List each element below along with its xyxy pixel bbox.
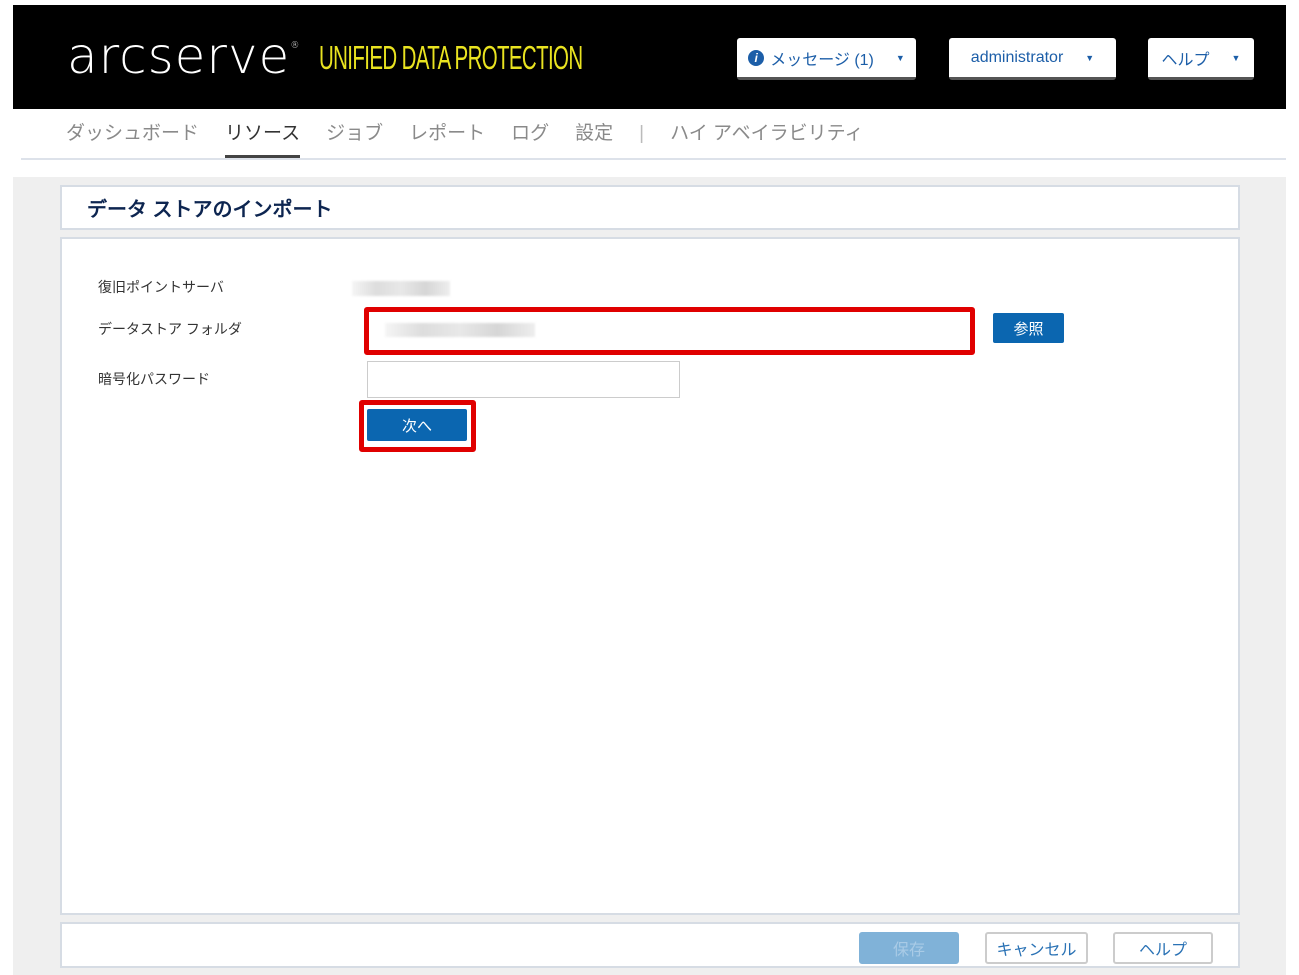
tab-logs[interactable]: ログ (511, 110, 549, 158)
next-button[interactable]: 次へ (367, 409, 467, 441)
user-label: administrator (970, 48, 1064, 66)
folder-label: データストア フォルダ (98, 321, 242, 337)
help-label: ヘルプ (1161, 51, 1210, 69)
rps-label: 復旧ポイントサーバ (98, 279, 224, 295)
nav-separator: | (639, 123, 645, 144)
title-panel: データ ストアのインポート (60, 185, 1240, 230)
form-panel: 復旧ポイントサーバ データストア フォルダ 参照 暗号化パスワード 次へ (60, 237, 1240, 915)
chevron-down-icon: ▼ (895, 52, 905, 63)
encryption-password-input[interactable] (367, 361, 680, 398)
messages-button[interactable]: i メッセージ (1) ▼ (737, 38, 916, 80)
password-label: 暗号化パスワード (98, 371, 210, 387)
tab-dashboard[interactable]: ダッシュボード (66, 110, 199, 158)
messages-label: メッセージ (1) (770, 51, 874, 69)
arcserve-logo: arcserve® (67, 27, 301, 85)
tab-jobs[interactable]: ジョブ (326, 110, 383, 158)
page-title: データ ストアのインポート (87, 199, 333, 221)
product-name: UNIFIED DATA PROTECTION (319, 39, 583, 76)
app-header: arcserve® UNIFIED DATA PROTECTION i メッセー… (13, 5, 1286, 109)
tab-resources[interactable]: リソース (225, 110, 301, 158)
chevron-down-icon: ▼ (1085, 52, 1095, 63)
help-menu-button[interactable]: ヘルプ ▼ (1148, 38, 1254, 80)
user-menu-button[interactable]: administrator ▼ (949, 38, 1116, 80)
chevron-down-icon: ▼ (1231, 52, 1241, 63)
folder-value-redacted (385, 323, 535, 337)
info-icon: i (748, 49, 765, 66)
footer-panel: 保存 キャンセル ヘルプ (60, 922, 1240, 968)
browse-button[interactable]: 参照 (993, 313, 1064, 343)
datastore-folder-input[interactable] (371, 313, 969, 349)
tab-settings[interactable]: 設定 (575, 110, 613, 158)
help-button[interactable]: ヘルプ (1113, 932, 1213, 964)
rps-value-redacted (352, 281, 450, 296)
save-button[interactable]: 保存 (859, 932, 959, 964)
main-nav: ダッシュボード リソース ジョブ レポート ログ 設定 | ハイ アベイラビリテ… (21, 110, 1286, 160)
tab-reports[interactable]: レポート (409, 110, 485, 158)
cancel-button[interactable]: キャンセル (985, 932, 1088, 964)
tab-high-availability[interactable]: ハイ アベイラビリティ (670, 110, 863, 158)
